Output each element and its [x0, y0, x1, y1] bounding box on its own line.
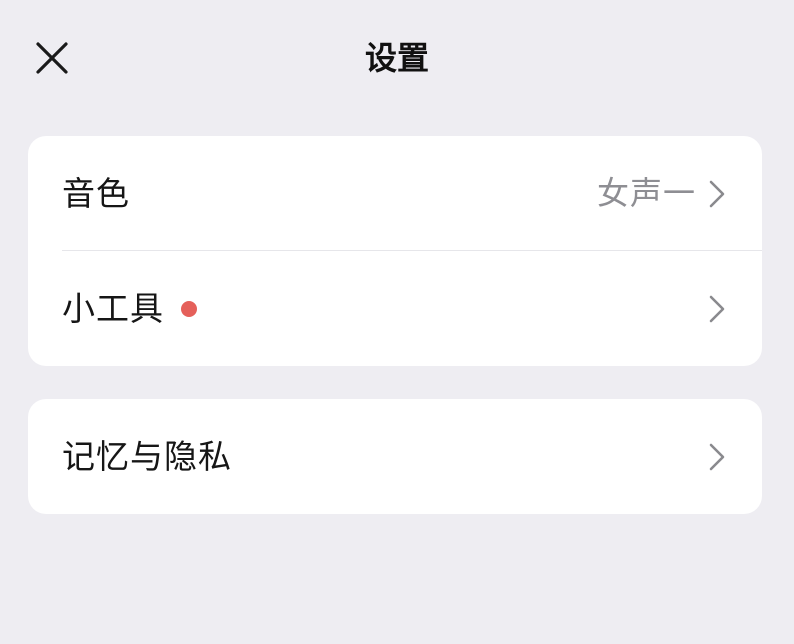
settings-row-memory-privacy[interactable]: 记忆与隐私 [28, 399, 762, 514]
settings-row-label: 音色 [62, 174, 130, 213]
settings-card-privacy: 记忆与隐私 [28, 399, 762, 514]
chevron-right-icon [709, 180, 725, 207]
chevron-right-icon [709, 295, 725, 322]
notification-dot [181, 300, 197, 317]
settings-row-value: 女声一 [596, 174, 696, 212]
chevron-right-icon [709, 443, 725, 470]
settings-card-voice-tools: 音色 女声一 小工具 [28, 136, 762, 366]
header: 设置 [0, 0, 794, 118]
page-title: 设置 [364, 39, 429, 77]
settings-row-label: 记忆与隐私 [62, 437, 232, 476]
settings-row-label: 小工具 [62, 289, 164, 328]
settings-row-tools[interactable]: 小工具 [28, 251, 762, 366]
settings-row-voice[interactable]: 音色 女声一 [28, 136, 762, 251]
